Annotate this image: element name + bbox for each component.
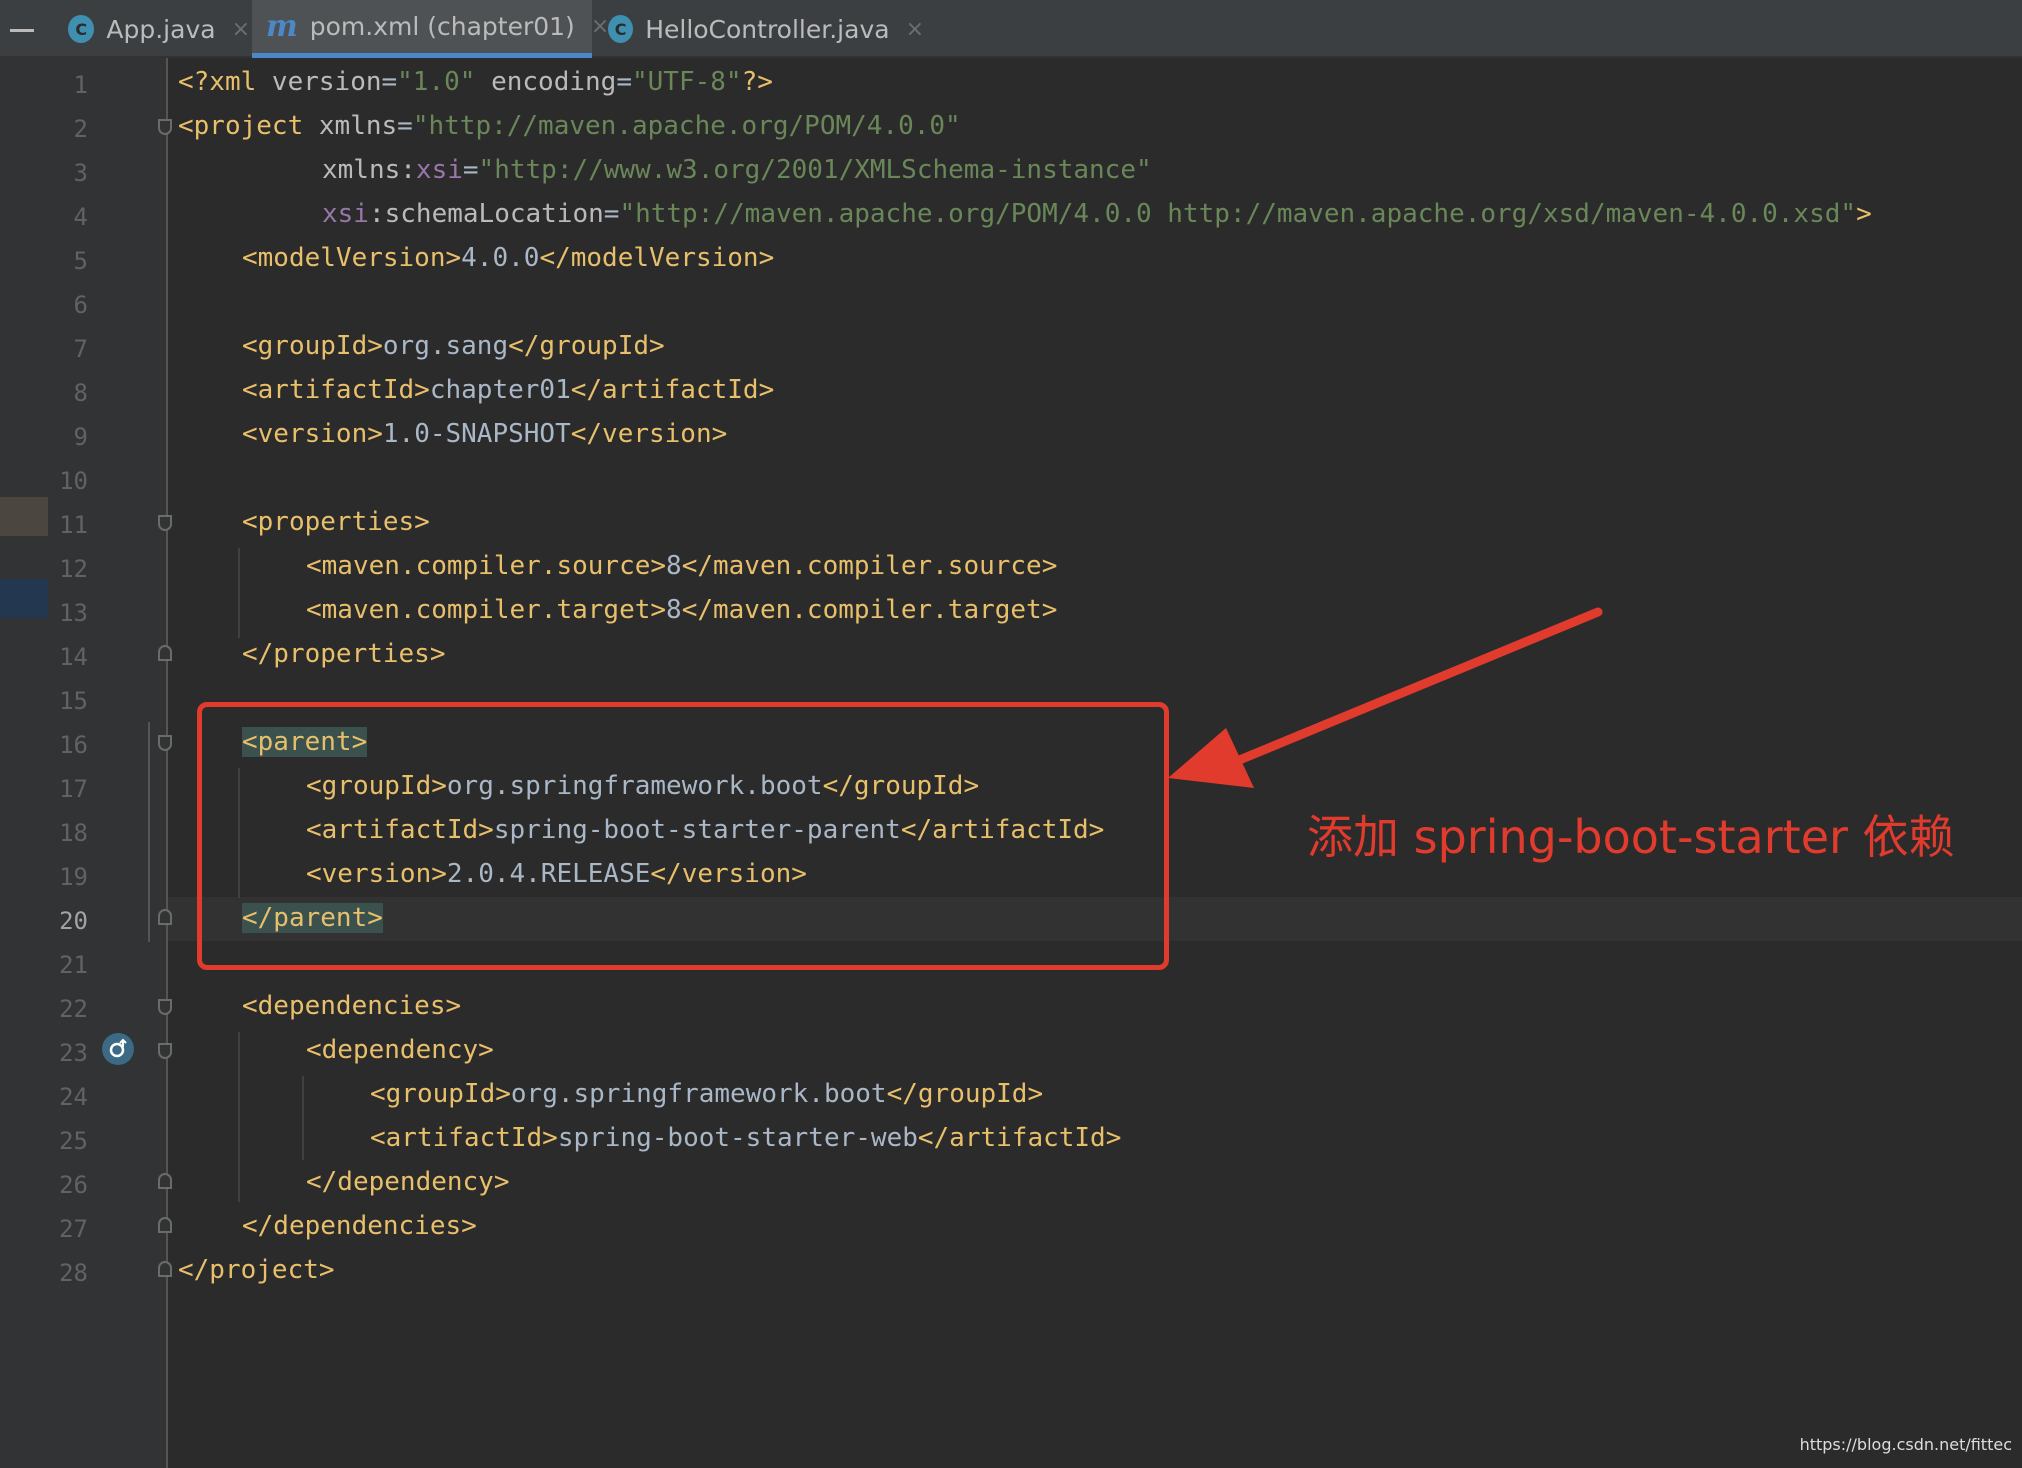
tab-hello-controller[interactable]: C HelloController.java ×	[594, 0, 924, 58]
line-number: 27	[59, 1215, 88, 1243]
code-line-5[interactable]: <modelVersion>4.0.0</modelVersion>	[242, 236, 774, 280]
line-number: 13	[59, 599, 88, 627]
fold-collapse-icon[interactable]	[158, 119, 172, 135]
line-number: 10	[59, 467, 88, 495]
code-line-27[interactable]: </dependencies>	[242, 1204, 477, 1248]
code-line-23[interactable]: <dependency>	[306, 1028, 494, 1072]
line-number: 23	[59, 1039, 88, 1067]
close-icon[interactable]: ×	[906, 17, 924, 42]
line-number: 12	[59, 555, 88, 583]
annotation-arrow-icon	[1168, 607, 1603, 788]
line-number: 22	[59, 995, 88, 1023]
code-line-9[interactable]: <version>1.0-SNAPSHOT</version>	[242, 412, 727, 456]
spring-override-icon[interactable]	[102, 1033, 134, 1065]
line-number: 9	[73, 423, 88, 451]
line-number: 15	[59, 687, 88, 715]
fold-expand-icon[interactable]	[158, 645, 172, 661]
line-number: 25	[59, 1127, 88, 1155]
tab-label: App.java	[106, 14, 216, 44]
line-number: 1	[73, 71, 88, 99]
line-number: 24	[59, 1083, 88, 1111]
code-line-25[interactable]: <artifactId>spring-boot-starter-web</art…	[370, 1116, 1121, 1160]
fold-expand-icon[interactable]	[158, 1261, 172, 1277]
fold-collapse-icon[interactable]	[158, 1043, 172, 1059]
fold-expand-icon[interactable]	[158, 909, 172, 925]
line-number: 4	[73, 203, 88, 231]
indent-guide	[302, 1076, 304, 1160]
line-number: 8	[73, 379, 88, 407]
line-number: 19	[59, 863, 88, 891]
annotation-label: 添加 spring-boot-starter 依赖	[1307, 810, 1955, 864]
java-class-icon: C	[608, 15, 634, 43]
fold-collapse-icon[interactable]	[158, 735, 172, 751]
code-line-13[interactable]: <maven.compiler.target>8</maven.compiler…	[306, 588, 1057, 632]
code-line-12[interactable]: <maven.compiler.source>8</maven.compiler…	[306, 544, 1057, 588]
change-marker	[148, 722, 150, 942]
code-line-2[interactable]: <project xmlns="http://maven.apache.org/…	[178, 104, 961, 148]
indent-guide	[238, 548, 240, 638]
line-number: 5	[73, 247, 88, 275]
code-line-24[interactable]: <groupId>org.springframework.boot</group…	[370, 1072, 1043, 1116]
line-number: 3	[73, 159, 88, 187]
code-line-4[interactable]: xsi:schemaLocation="http://maven.apache.…	[322, 192, 1872, 236]
line-number: 6	[73, 291, 88, 319]
line-number: 14	[59, 643, 88, 671]
minimize-icon[interactable]	[10, 29, 34, 32]
selection-marker	[0, 579, 48, 618]
gutter-divider	[166, 58, 168, 1468]
tab-label: HelloController.java	[645, 14, 890, 44]
java-class-run-icon: C	[68, 15, 95, 43]
line-number: 28	[59, 1259, 88, 1287]
line-number: 26	[59, 1171, 88, 1199]
maven-icon: m	[266, 9, 298, 44]
line-number-current: 20	[59, 907, 88, 935]
code-line-3[interactable]: xmlns:xsi="http://www.w3.org/2001/XMLSch…	[322, 148, 1152, 192]
code-line-26[interactable]: </dependency>	[306, 1160, 510, 1204]
code-line-28[interactable]: </project>	[178, 1248, 335, 1292]
fold-expand-icon[interactable]	[158, 1217, 172, 1233]
line-number: 17	[59, 775, 88, 803]
code-line-7[interactable]: <groupId>org.sang</groupId>	[242, 324, 665, 368]
code-line-8[interactable]: <artifactId>chapter01</artifactId>	[242, 368, 774, 412]
code-line-22[interactable]: <dependencies>	[242, 984, 461, 1028]
close-icon[interactable]: ×	[232, 17, 250, 42]
line-number: 7	[73, 335, 88, 363]
indent-guide	[238, 1032, 240, 1202]
bookmark-marker	[0, 497, 48, 536]
code-line-11[interactable]: <properties>	[242, 500, 430, 544]
tab-app-java[interactable]: C App.java ×	[54, 0, 250, 58]
line-number: 21	[59, 951, 88, 979]
tab-label: pom.xml (chapter01)	[309, 12, 575, 41]
line-number: 16	[59, 731, 88, 759]
left-tool-strip	[0, 58, 48, 1468]
line-number: 2	[73, 115, 88, 143]
fold-expand-icon[interactable]	[158, 1173, 172, 1189]
fold-collapse-icon[interactable]	[158, 999, 172, 1015]
tab-pom-xml[interactable]: m pom.xml (chapter01) ×	[252, 0, 609, 58]
annotation-highlight-box	[197, 702, 1169, 970]
editor-tab-bar: C App.java × m pom.xml (chapter01) × C H…	[0, 0, 2022, 58]
code-line-1[interactable]: <?xml version="1.0" encoding="UTF-8"?>	[178, 60, 773, 104]
code-line-14[interactable]: </properties>	[242, 632, 446, 676]
line-number: 18	[59, 819, 88, 847]
line-number: 11	[59, 511, 88, 539]
fold-collapse-icon[interactable]	[158, 515, 172, 531]
watermark: https://blog.csdn.net/fittec	[1799, 1435, 2012, 1454]
